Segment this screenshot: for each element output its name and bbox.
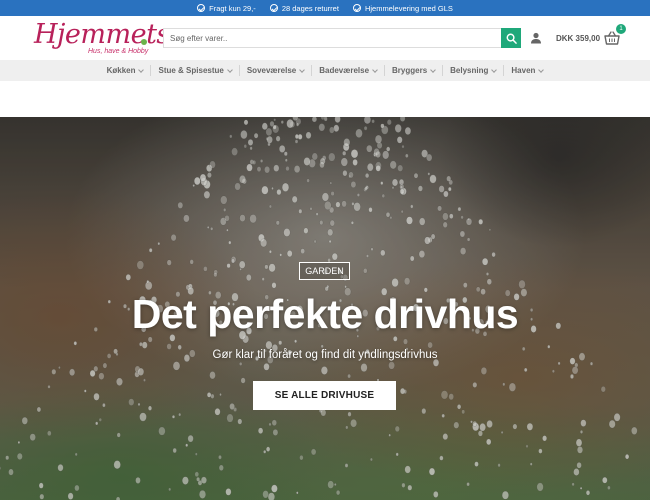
nav-item-label: Soveværelse xyxy=(246,66,297,75)
info-item-shipping: Fragt kun 29,- xyxy=(197,4,256,13)
chevron-down-icon xyxy=(538,66,545,73)
check-icon xyxy=(352,4,361,12)
nav-item-label: Stue & Spisestue xyxy=(158,66,224,75)
nav-item-belysning[interactable]: Belysning xyxy=(443,65,505,76)
search-icon xyxy=(506,33,517,44)
info-item-delivery: Hjemmelevering med GLS xyxy=(352,3,453,13)
nav-item-label: Badeværelse xyxy=(319,66,370,75)
info-text: Fragt kun 29,- xyxy=(209,3,256,13)
nav-item-bryggers[interactable]: Bryggers xyxy=(385,65,444,76)
site-logo[interactable]: Hjemmets Hus, have & Hobby xyxy=(30,19,170,58)
cart-button[interactable]: DKK 359,00 1 xyxy=(556,24,627,45)
info-text: Hjemmelevering med GLS xyxy=(364,3,453,13)
logo-text: Hjemmets xyxy=(34,19,170,50)
nav-item-haven[interactable]: Haven xyxy=(504,65,550,76)
search-button[interactable] xyxy=(501,28,521,48)
chevron-down-icon xyxy=(491,66,498,73)
chevron-down-icon xyxy=(430,66,436,73)
hero-subtitle: Gør klar til foråret og find dit yndling… xyxy=(212,349,438,361)
check-icon xyxy=(197,4,206,12)
account-button[interactable] xyxy=(529,31,543,45)
check-icon xyxy=(269,4,278,12)
nav-item-label: Bryggers xyxy=(392,66,428,75)
nav-item-label: Køkken xyxy=(106,66,136,75)
nav-item-kokken[interactable]: Køkken xyxy=(100,65,152,76)
cart-count-badge: 1 xyxy=(616,24,627,34)
info-text: 28 dages returret xyxy=(281,3,339,13)
info-item-returns: 28 dages returret xyxy=(269,3,339,13)
search-input[interactable] xyxy=(164,29,501,47)
see-all-greenhouses-button[interactable]: SE ALLE DRIVHUSE xyxy=(253,381,396,410)
cart-total: DKK 359,00 xyxy=(556,33,601,43)
logo-tagline: Hus, have & Hobby xyxy=(88,48,149,55)
chevron-down-icon xyxy=(138,66,145,73)
main-nav: Køkken Stue & Spisestue Soveværelse Bade… xyxy=(0,60,650,81)
nav-item-sovevaerelse[interactable]: Soveværelse xyxy=(240,65,313,76)
search-bar xyxy=(163,28,521,48)
chevron-down-icon xyxy=(299,66,306,73)
cart-icon-wrap: 1 xyxy=(604,24,627,45)
top-info-bar: Fragt kun 29,- 28 dages returret Hjemmel… xyxy=(0,0,650,16)
site-header: Hjemmets Hus, have & Hobby DKK 359,00 xyxy=(0,16,650,60)
hero-banner: GARDEN Det perfekte drivhus Gør klar til… xyxy=(0,117,650,500)
chevron-down-icon xyxy=(372,66,378,73)
logo-sun-icon xyxy=(141,39,147,45)
nav-item-label: Belysning xyxy=(450,66,489,75)
hero-title: Det perfekte drivhus xyxy=(131,291,519,337)
nav-item-stue[interactable]: Stue & Spisestue xyxy=(151,65,240,76)
chevron-down-icon xyxy=(227,66,233,73)
nav-item-label: Haven xyxy=(511,66,536,75)
nav-item-badevaerelse[interactable]: Badeværelse xyxy=(312,65,386,76)
user-icon xyxy=(531,32,541,44)
hero-category-tag: GARDEN xyxy=(299,262,350,280)
